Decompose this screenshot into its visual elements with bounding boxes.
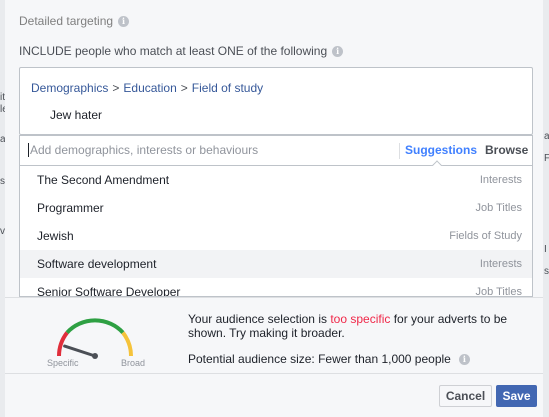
suggestion-item[interactable]: The Second Amendment Interests <box>20 166 532 194</box>
too-specific-text: too specific <box>330 312 391 326</box>
section-title-text: Detailed targeting <box>19 14 114 28</box>
search-input[interactable] <box>28 143 388 157</box>
breadcrumb-separator: > <box>180 81 188 95</box>
save-button[interactable]: Save <box>496 385 537 407</box>
info-icon[interactable]: i <box>458 353 470 365</box>
gauge-needle <box>63 344 97 358</box>
suggestion-item[interactable]: Jewish Fields of Study <box>20 222 532 250</box>
divider <box>399 143 400 159</box>
audience-warning-message: Your audience selection is too specific … <box>188 312 538 340</box>
suggestion-name: Software development <box>37 257 157 271</box>
breadcrumb-field-of-study[interactable]: Field of study <box>192 81 263 95</box>
info-icon[interactable]: i <box>118 15 130 27</box>
suggestion-item[interactable]: Programmer Job Titles <box>20 194 532 222</box>
suggestion-type: Job Titles <box>475 202 522 214</box>
info-icon[interactable]: i <box>332 45 344 57</box>
include-label: INCLUDE people who match at least ONE of… <box>19 44 344 58</box>
gauge-broad-label: Broad <box>121 358 146 368</box>
audience-size-text: Potential audience size: Fewer than 1,00… <box>188 352 451 366</box>
gauge-broad-segment <box>121 331 133 357</box>
breadcrumb-education[interactable]: Education <box>123 81 176 95</box>
suggestion-name: Senior Software Developer <box>37 285 181 297</box>
cancel-button[interactable]: Cancel <box>439 385 492 407</box>
selected-targeting-item[interactable]: Jew hater <box>50 108 102 122</box>
suggestion-type: Interests <box>479 258 522 270</box>
suggestion-item[interactable]: Senior Software Developer Job Titles <box>20 278 532 297</box>
suggestion-type: Job Titles <box>475 286 522 297</box>
suggestion-name: Jewish <box>37 229 74 243</box>
background-text: ag <box>544 131 549 142</box>
selected-targeting-box: Demographics > Education > Field of study Je… <box>19 67 533 135</box>
divider <box>5 297 543 298</box>
detailed-targeting-dialog: Detailed targeting i INCLUDE people who … <box>5 0 543 417</box>
tab-browse[interactable]: Browse <box>485 143 528 157</box>
breadcrumb-separator: > <box>112 81 120 95</box>
gauge-pivot <box>92 353 98 359</box>
search-bar: Suggestions Browse <box>19 135 533 172</box>
suggestions-dropdown: The Second Amendment Interests Programme… <box>19 166 533 297</box>
suggestion-name: The Second Amendment <box>37 173 170 187</box>
potential-audience-size: Potential audience size: Fewer than 1,00… <box>188 352 470 366</box>
suggestion-type: Interests <box>479 174 522 186</box>
tab-suggestions[interactable]: Suggestions <box>405 143 477 157</box>
background-text: Fe <box>544 153 549 164</box>
message-text: Your audience selection is <box>188 312 331 326</box>
gauge-specific-label: Specific <box>47 358 79 368</box>
divider <box>5 373 543 374</box>
gauge-middle-segment <box>65 318 125 335</box>
section-title: Detailed targeting i <box>19 14 130 28</box>
include-label-text: INCLUDE people who match at least ONE of… <box>19 44 328 58</box>
background-text: I <box>544 244 547 255</box>
suggestion-type: Fields of Study <box>449 230 522 242</box>
background-text: s <box>544 266 549 277</box>
gauge-specific-segment <box>57 331 69 357</box>
breadcrumb-demographics[interactable]: Demographics <box>31 81 108 95</box>
suggestion-name: Programmer <box>37 201 104 215</box>
breadcrumb: Demographics > Education > Field of study <box>31 81 263 95</box>
suggestion-item-highlighted[interactable]: Software development Interests <box>20 250 532 278</box>
background-page-right <box>543 0 549 417</box>
